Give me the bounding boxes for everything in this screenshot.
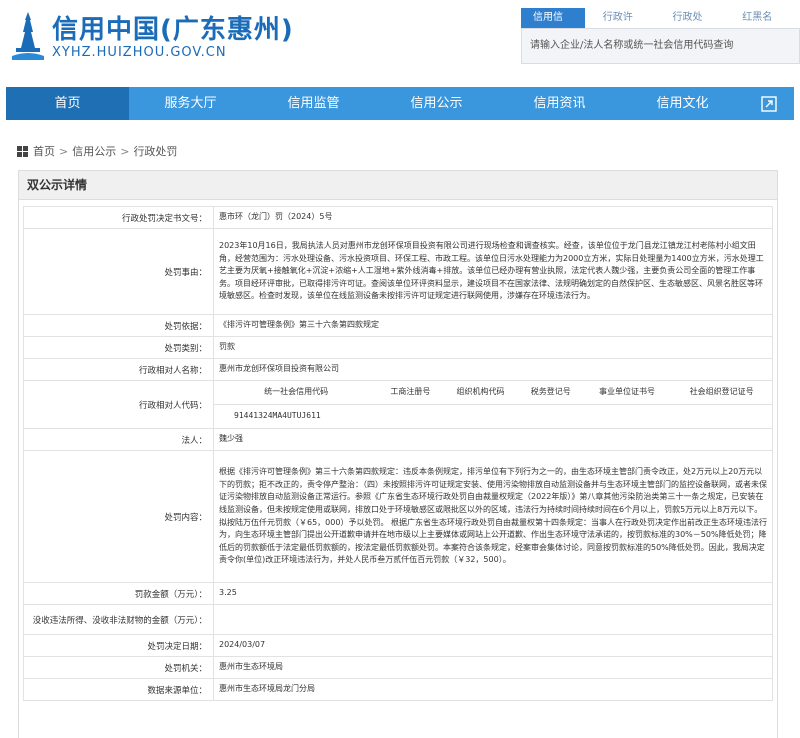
codes-value bbox=[519, 405, 583, 429]
huizhou-tower-logo[interactable] bbox=[10, 10, 46, 62]
codes-header: 组织机构代码 bbox=[442, 381, 519, 405]
search-tab-admin-license[interactable]: 行政许可 bbox=[591, 8, 655, 43]
nav-item-credit-culture[interactable]: 信用文化 bbox=[621, 87, 744, 120]
penalty-category: 罚款 bbox=[213, 336, 773, 359]
expand-icon[interactable] bbox=[744, 87, 794, 120]
table-row: 处罚内容： 根据《排污许可管理条例》第三十六条第四款规定：违反本条例规定，排污单… bbox=[23, 450, 773, 583]
penalty-reason: 2023年10月16日，我局执法人员对惠州市龙创环保项目投资有限公司进行现场检查… bbox=[213, 228, 773, 315]
codes-table: 统一社会信用代码 工商注册号 组织机构代码 税务登记号 事业单位证书号 社会组织… bbox=[214, 381, 772, 428]
search-tabs: 信用信息 行政许可 行政处罚 红黑名单 bbox=[521, 8, 800, 43]
legal-representative: 魏少强 bbox=[213, 428, 773, 451]
codes-header: 统一社会信用代码 bbox=[214, 381, 379, 405]
codes-value-row: 91441324MA4UTUJ611 bbox=[214, 405, 772, 429]
row-label: 处罚内容： bbox=[23, 450, 214, 583]
row-label: 行政相对人代码： bbox=[23, 380, 214, 429]
decision-date: 2024/03/07 bbox=[213, 634, 773, 657]
table-row: 行政处罚决定书文号： 惠市环（龙门）罚（2024）5号 bbox=[23, 206, 773, 229]
table-row: 处罚机关： 惠州市生态环境局 bbox=[23, 656, 773, 679]
codes-header: 社会组织登记证号 bbox=[671, 381, 772, 405]
site-header: 信用中国(广东惠州) XYHZ.HUIZHOU.GOV.CN 信用信息 行政许可… bbox=[0, 0, 800, 70]
table-row: 行政相对人名称： 惠州市龙创环保项目投资有限公司 bbox=[23, 358, 773, 381]
codes-value bbox=[378, 405, 442, 429]
breadcrumb-admin-penalty: 行政处罚 bbox=[133, 145, 178, 158]
breadcrumb-separator: > bbox=[59, 144, 69, 158]
table-row: 处罚类别： 罚款 bbox=[23, 336, 773, 359]
row-label: 数据来源单位： bbox=[23, 678, 214, 701]
breadcrumb-home[interactable]: 首页 bbox=[33, 143, 55, 159]
codes-value bbox=[671, 405, 772, 429]
penalty-authority: 惠州市生态环境局 bbox=[213, 656, 773, 679]
search-tab-admin-penalty[interactable]: 行政处罚 bbox=[661, 8, 725, 43]
detail-table: 行政处罚决定书文号： 惠市环（龙门）罚（2024）5号 处罚事由： 2023年1… bbox=[23, 206, 773, 701]
row-label: 处罚事由： bbox=[23, 228, 214, 315]
penalty-content: 根据《排污许可管理条例》第三十六条第四款规定：违反本条例规定，排污单位有下列行为… bbox=[213, 450, 773, 583]
grid-icon bbox=[17, 145, 28, 157]
table-row: 没收违法所得、没收非法财物的金额（万元）： bbox=[23, 604, 773, 635]
credit-code-value: 91441324MA4UTUJ611 bbox=[234, 411, 321, 421]
breadcrumb-separator: > bbox=[120, 144, 130, 158]
main-nav: 首页 服务大厅 信用监管 信用公示 信用资讯 信用文化 bbox=[6, 87, 794, 120]
row-label: 罚款金额（万元）： bbox=[23, 582, 214, 605]
row-label: 行政处罚决定书文号： bbox=[23, 206, 214, 229]
nav-item-credit-news[interactable]: 信用资讯 bbox=[498, 87, 621, 120]
table-row: 处罚事由： 2023年10月16日，我局执法人员对惠州市龙创环保项目投资有限公司… bbox=[23, 228, 773, 315]
row-label: 处罚决定日期： bbox=[23, 634, 214, 657]
row-label: 处罚机关： bbox=[23, 656, 214, 679]
decision-doc-number: 惠市环（龙门）罚（2024）5号 bbox=[213, 206, 773, 229]
nav-item-credit-supervision[interactable]: 信用监管 bbox=[252, 87, 375, 120]
search-input[interactable]: 请输入企业/法人名称或统一社会信用代码查询 bbox=[521, 28, 800, 64]
table-row: 数据来源单位： 惠州市生态环境局龙门分局 bbox=[23, 678, 773, 701]
counterparty-codes: 统一社会信用代码 工商注册号 组织机构代码 税务登记号 事业单位证书号 社会组织… bbox=[213, 380, 773, 429]
fine-amount: 3.25 bbox=[213, 582, 773, 605]
row-label: 法人： bbox=[23, 428, 214, 451]
table-row: 处罚决定日期： 2024/03/07 bbox=[23, 634, 773, 657]
codes-header: 事业单位证书号 bbox=[582, 381, 672, 405]
site-title[interactable]: 信用中国(广东惠州) bbox=[52, 9, 294, 46]
breadcrumb: 首页 > 信用公示 > 行政处罚 bbox=[17, 143, 177, 159]
detail-panel: 双公示详情 行政处罚决定书文号： 惠市环（龙门）罚（2024）5号 处罚事由： … bbox=[18, 170, 778, 738]
search-tab-credit-info[interactable]: 信用信息 bbox=[521, 8, 585, 43]
search-tab-red-black-list[interactable]: 红黑名单 bbox=[730, 8, 794, 43]
row-label: 处罚类别： bbox=[23, 336, 214, 359]
row-label: 行政相对人名称： bbox=[23, 358, 214, 381]
search-box: 信用信息 行政许可 行政处罚 红黑名单 请输入企业/法人名称或统一社会信用代码查… bbox=[521, 8, 800, 64]
codes-header: 税务登记号 bbox=[518, 381, 583, 405]
table-row: 罚款金额（万元）： 3.25 bbox=[23, 582, 773, 605]
confiscated-amount bbox=[213, 604, 773, 635]
codes-header: 工商注册号 bbox=[378, 381, 443, 405]
table-row: 处罚依据： 《排污许可管理条例》第三十六条第四款规定 bbox=[23, 314, 773, 337]
table-row: 法人： 魏少强 bbox=[23, 428, 773, 451]
row-label: 处罚依据： bbox=[23, 314, 214, 337]
codes-header-row: 统一社会信用代码 工商注册号 组织机构代码 税务登记号 事业单位证书号 社会组织… bbox=[214, 381, 772, 405]
counterparty-name: 惠州市龙创环保项目投资有限公司 bbox=[213, 358, 773, 381]
nav-item-service-hall[interactable]: 服务大厅 bbox=[129, 87, 252, 120]
nav-item-home[interactable]: 首页 bbox=[6, 87, 129, 120]
codes-value bbox=[442, 405, 518, 429]
row-label: 没收违法所得、没收非法财物的金额（万元）： bbox=[23, 604, 214, 635]
table-row: 行政相对人代码： 统一社会信用代码 工商注册号 组织机构代码 税务登记号 事业单… bbox=[23, 380, 773, 429]
panel-title: 双公示详情 bbox=[19, 171, 777, 200]
site-domain: XYHZ.HUIZHOU.GOV.CN bbox=[52, 45, 227, 60]
penalty-basis: 《排污许可管理条例》第三十六条第四款规定 bbox=[213, 314, 773, 337]
nav-item-credit-disclosure[interactable]: 信用公示 bbox=[375, 87, 498, 120]
codes-value bbox=[583, 405, 671, 429]
data-source-unit: 惠州市生态环境局龙门分局 bbox=[213, 678, 773, 701]
breadcrumb-credit-disclosure[interactable]: 信用公示 bbox=[72, 143, 116, 159]
